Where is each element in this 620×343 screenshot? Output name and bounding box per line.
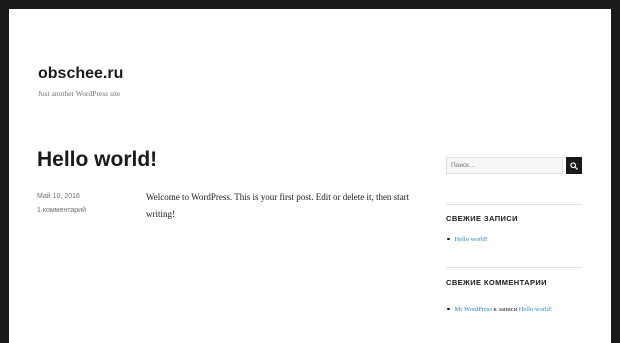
comment-author-link[interactable]: Mr WordPress [455,306,492,313]
page-container: obschee.ru Just another WordPress site H… [9,9,611,343]
search-form: Поиск… [446,157,582,174]
site-title-link[interactable]: obschee.ru [38,64,123,84]
recent-comment-item: Mr WordPress к записи Hello world! [446,305,552,314]
widget-divider [446,204,582,205]
comment-post-link[interactable]: Hello world! [519,306,552,313]
site-description: Just another WordPress site [38,89,121,98]
search-input[interactable]: Поиск… [446,157,563,174]
list-bullet [447,307,450,311]
recent-post-link[interactable]: Hello world! [455,236,488,243]
search-icon [570,161,578,170]
comment-connector-text: к записи [493,306,518,313]
search-button[interactable] [566,157,582,174]
recent-post-item: Hello world! [446,235,488,244]
widget-title-recent-posts: СВЕЖИЕ ЗАПИСИ [446,214,518,223]
post-title-link[interactable]: Hello world! [37,147,157,173]
post-content: Welcome to WordPress. This is your first… [146,192,410,219]
widget-divider [446,267,582,268]
post-comments-link[interactable]: 1 комментарий [37,206,86,216]
list-bullet [447,237,450,241]
post-date-link[interactable]: Май 10, 2016 [37,192,80,202]
widget-title-recent-comments: СВЕЖИЕ КОММЕНТАРИИ [446,278,547,287]
